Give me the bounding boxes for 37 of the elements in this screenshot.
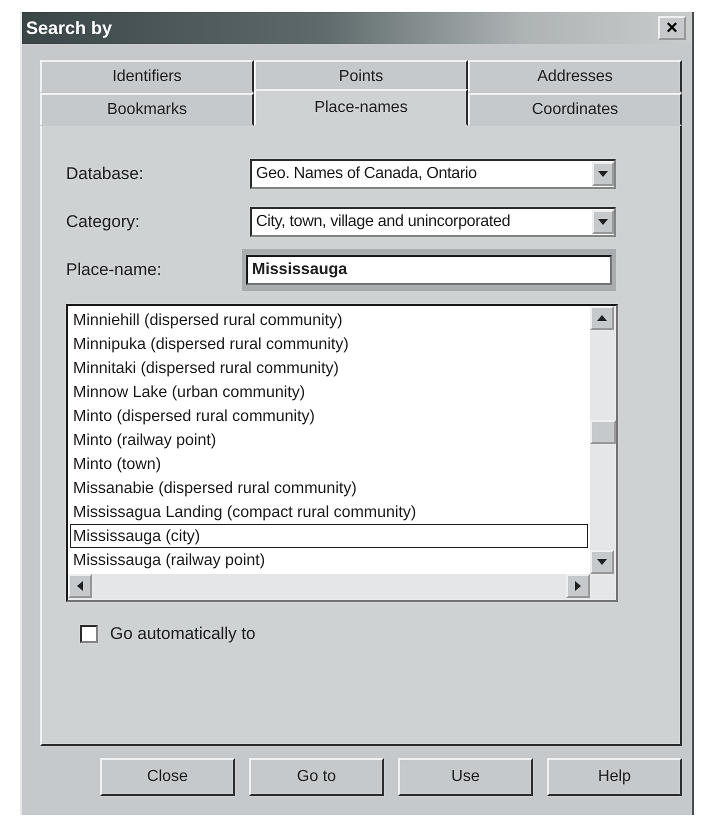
scroll-left-icon[interactable] bbox=[68, 574, 92, 598]
scroll-up-icon[interactable] bbox=[590, 306, 614, 330]
dialog-button[interactable]: Close bbox=[100, 758, 235, 796]
checkbox[interactable] bbox=[80, 625, 98, 643]
scroll-thumb[interactable] bbox=[590, 420, 616, 444]
dropdown[interactable]: Geo. Names of Canada, Ontario bbox=[250, 159, 616, 189]
list-item[interactable]: Minto (railway point) bbox=[70, 428, 588, 452]
tab[interactable]: Addresses bbox=[468, 60, 682, 93]
scroll-right-icon[interactable] bbox=[566, 574, 590, 598]
tab[interactable]: Bookmarks bbox=[40, 93, 254, 126]
tab[interactable]: Place-names bbox=[254, 89, 468, 126]
list-item[interactable]: Missanabie (dispersed rural community) bbox=[70, 476, 588, 500]
tab[interactable]: Identifiers bbox=[40, 60, 254, 93]
list-item[interactable]: Minniehill (dispersed rural community) bbox=[70, 308, 588, 332]
dialog-button[interactable]: Help bbox=[547, 758, 682, 796]
dialog-button[interactable]: Go to bbox=[249, 758, 384, 796]
field-label: Place-name: bbox=[66, 260, 162, 280]
scroll-down-icon[interactable] bbox=[590, 550, 614, 574]
vertical-scrollbar[interactable] bbox=[590, 306, 616, 574]
text-field[interactable]: Mississauga bbox=[246, 255, 612, 285]
list-item[interactable]: Minto (town) bbox=[70, 452, 588, 476]
list-item[interactable]: Minnow Lake (urban community) bbox=[70, 380, 588, 404]
field-label: Database: bbox=[66, 164, 144, 184]
list-item[interactable]: Mississagua Landing (compact rural community) bbox=[70, 500, 588, 524]
dropdown[interactable]: City, town, village and unincorporated bbox=[250, 207, 616, 237]
horizontal-scrollbar[interactable] bbox=[68, 574, 616, 600]
window-title: Search by bbox=[26, 18, 112, 38]
list-item[interactable]: Minto (dispersed rural community) bbox=[70, 404, 588, 428]
checkbox-label: Go automatically to bbox=[110, 624, 256, 644]
list-item[interactable]: Minnitaki (dispersed rural community) bbox=[70, 356, 588, 380]
close-button[interactable]: × bbox=[658, 16, 686, 40]
tab[interactable]: Coordinates bbox=[468, 93, 682, 126]
list-item[interactable]: Mississauga (railway point) bbox=[70, 548, 588, 572]
field-label: Category: bbox=[66, 212, 141, 232]
list-item[interactable]: Minnipuka (dispersed rural community) bbox=[70, 332, 588, 356]
list-item[interactable]: Mississauga (city) bbox=[70, 524, 588, 548]
dialog-button[interactable]: Use bbox=[398, 758, 533, 796]
